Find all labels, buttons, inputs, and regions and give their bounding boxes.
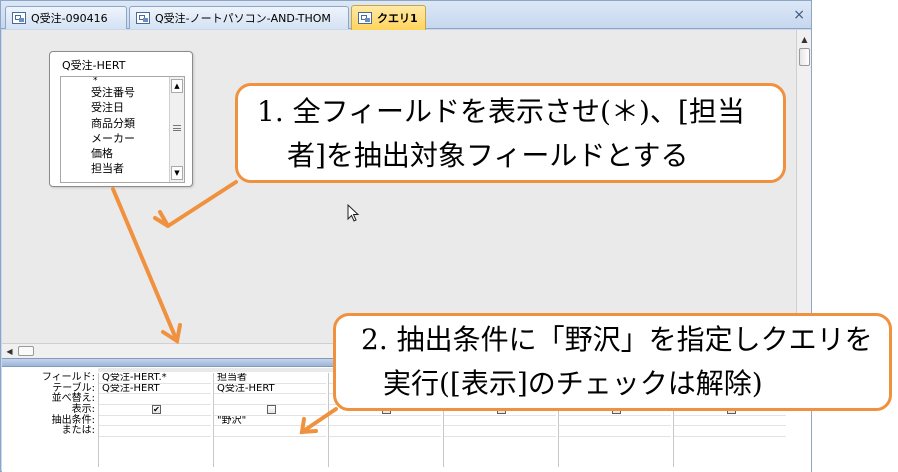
scroll-thumb[interactable] (18, 346, 34, 356)
table-cell[interactable]: Q受注-HERT (214, 384, 326, 395)
scroll-up-icon[interactable]: ▲ (171, 79, 183, 93)
scroll-up-icon[interactable]: ▲ (797, 32, 812, 47)
sort-cell[interactable] (99, 394, 211, 406)
row-label-or: または: (61, 425, 95, 437)
grid-column: 担当者 Q受注-HERT "野沢" (213, 373, 326, 467)
instruction-callout-1: 1. 全フィールドを表示させ(＊)、[担当 者]を抽出対象フィールドとする (235, 83, 786, 183)
criteria-cell[interactable] (444, 416, 556, 427)
field-cell[interactable]: Q受注-HERT.* (99, 373, 211, 384)
tab-q-juchu-notepc[interactable]: Q受注-ノートパソコン-AND-THOM (129, 6, 349, 29)
tab-label: クエリ1 (377, 12, 418, 25)
or-cell[interactable] (214, 426, 326, 438)
criteria-cell[interactable] (674, 416, 786, 427)
table-cell[interactable]: Q受注-HERT (99, 384, 211, 395)
or-cell[interactable] (329, 426, 441, 438)
grid-column: Q受注-HERT.* Q受注-HERT ✔ (98, 373, 211, 467)
scroll-thumb[interactable] (799, 48, 810, 66)
field-item-all[interactable]: * (61, 77, 184, 86)
field-item[interactable]: メーカー (61, 131, 184, 146)
or-cell[interactable] (444, 426, 556, 438)
close-icon[interactable]: × (793, 8, 805, 22)
show-cell: ✔ (99, 405, 211, 416)
scroll-down-icon[interactable]: ▼ (171, 166, 183, 180)
tab-label: Q受注-090416 (31, 12, 108, 25)
show-cell (214, 405, 326, 416)
field-item[interactable]: 商品分類 (61, 116, 184, 131)
field-list-title: Q受注-HERT (62, 59, 126, 72)
callout-text: 1. 全フィールドを表示させ(＊)、[担当 (257, 95, 745, 128)
tab-query1[interactable]: クエリ1 (351, 5, 426, 30)
query-icon (12, 12, 26, 24)
sort-cell[interactable] (214, 394, 326, 406)
vertical-scrollbar[interactable]: ▲ (796, 30, 811, 360)
criteria-cell[interactable] (559, 416, 671, 427)
grid-row-labels: フィールド: テーブル: 並べ替え: 表示: 抽出条件: または: (4, 372, 97, 437)
criteria-cell[interactable] (329, 416, 441, 427)
field-list-scrollbar[interactable]: ▲ ▼ (169, 77, 184, 182)
callout-text: 実行([表示]のチェックは解除) (383, 367, 763, 400)
instruction-callout-2: 2. 抽出条件に「野沢」を指定しクエリを 実行([表示]のチェックは解除) (333, 313, 892, 411)
field-item[interactable]: 価格 (61, 146, 184, 161)
field-item[interactable]: 受注日 (61, 100, 184, 115)
criteria-cell[interactable] (99, 416, 211, 427)
field-list: * 受注番号 受注日 商品分類 メーカー 価格 担当者 ▲ ▼ (60, 76, 185, 183)
scroll-grip-icon[interactable] (173, 125, 181, 131)
or-cell[interactable] (559, 426, 671, 438)
tab-q-juchu-090416[interactable]: Q受注-090416 (5, 6, 127, 29)
query-icon (358, 12, 372, 24)
or-cell[interactable] (99, 426, 211, 438)
field-item[interactable]: 担当者 (61, 161, 184, 176)
query-icon (136, 12, 150, 24)
tab-label: Q受注-ノートパソコン-AND-THOM (155, 12, 331, 25)
callout-text: 2. 抽出条件に「野沢」を指定しクエリを (361, 323, 873, 356)
field-list-window[interactable]: Q受注-HERT * 受注番号 受注日 商品分類 メーカー 価格 担当者 ▲ ▼ (49, 51, 193, 187)
document-tab-bar: Q受注-090416 Q受注-ノートパソコン-AND-THOM クエリ1 × (1, 1, 811, 30)
show-checkbox[interactable]: ✔ (152, 405, 161, 415)
field-item[interactable]: 受注番号 (61, 85, 184, 100)
or-cell[interactable] (674, 426, 786, 438)
callout-text: 者]を抽出対象フィールドとする (287, 139, 689, 172)
field-cell[interactable]: 担当者 (214, 373, 326, 384)
show-checkbox[interactable] (267, 405, 276, 415)
criteria-cell[interactable]: "野沢" (214, 416, 326, 427)
scroll-left-icon[interactable]: ◀ (2, 344, 17, 359)
mouse-pointer-icon (347, 204, 360, 222)
